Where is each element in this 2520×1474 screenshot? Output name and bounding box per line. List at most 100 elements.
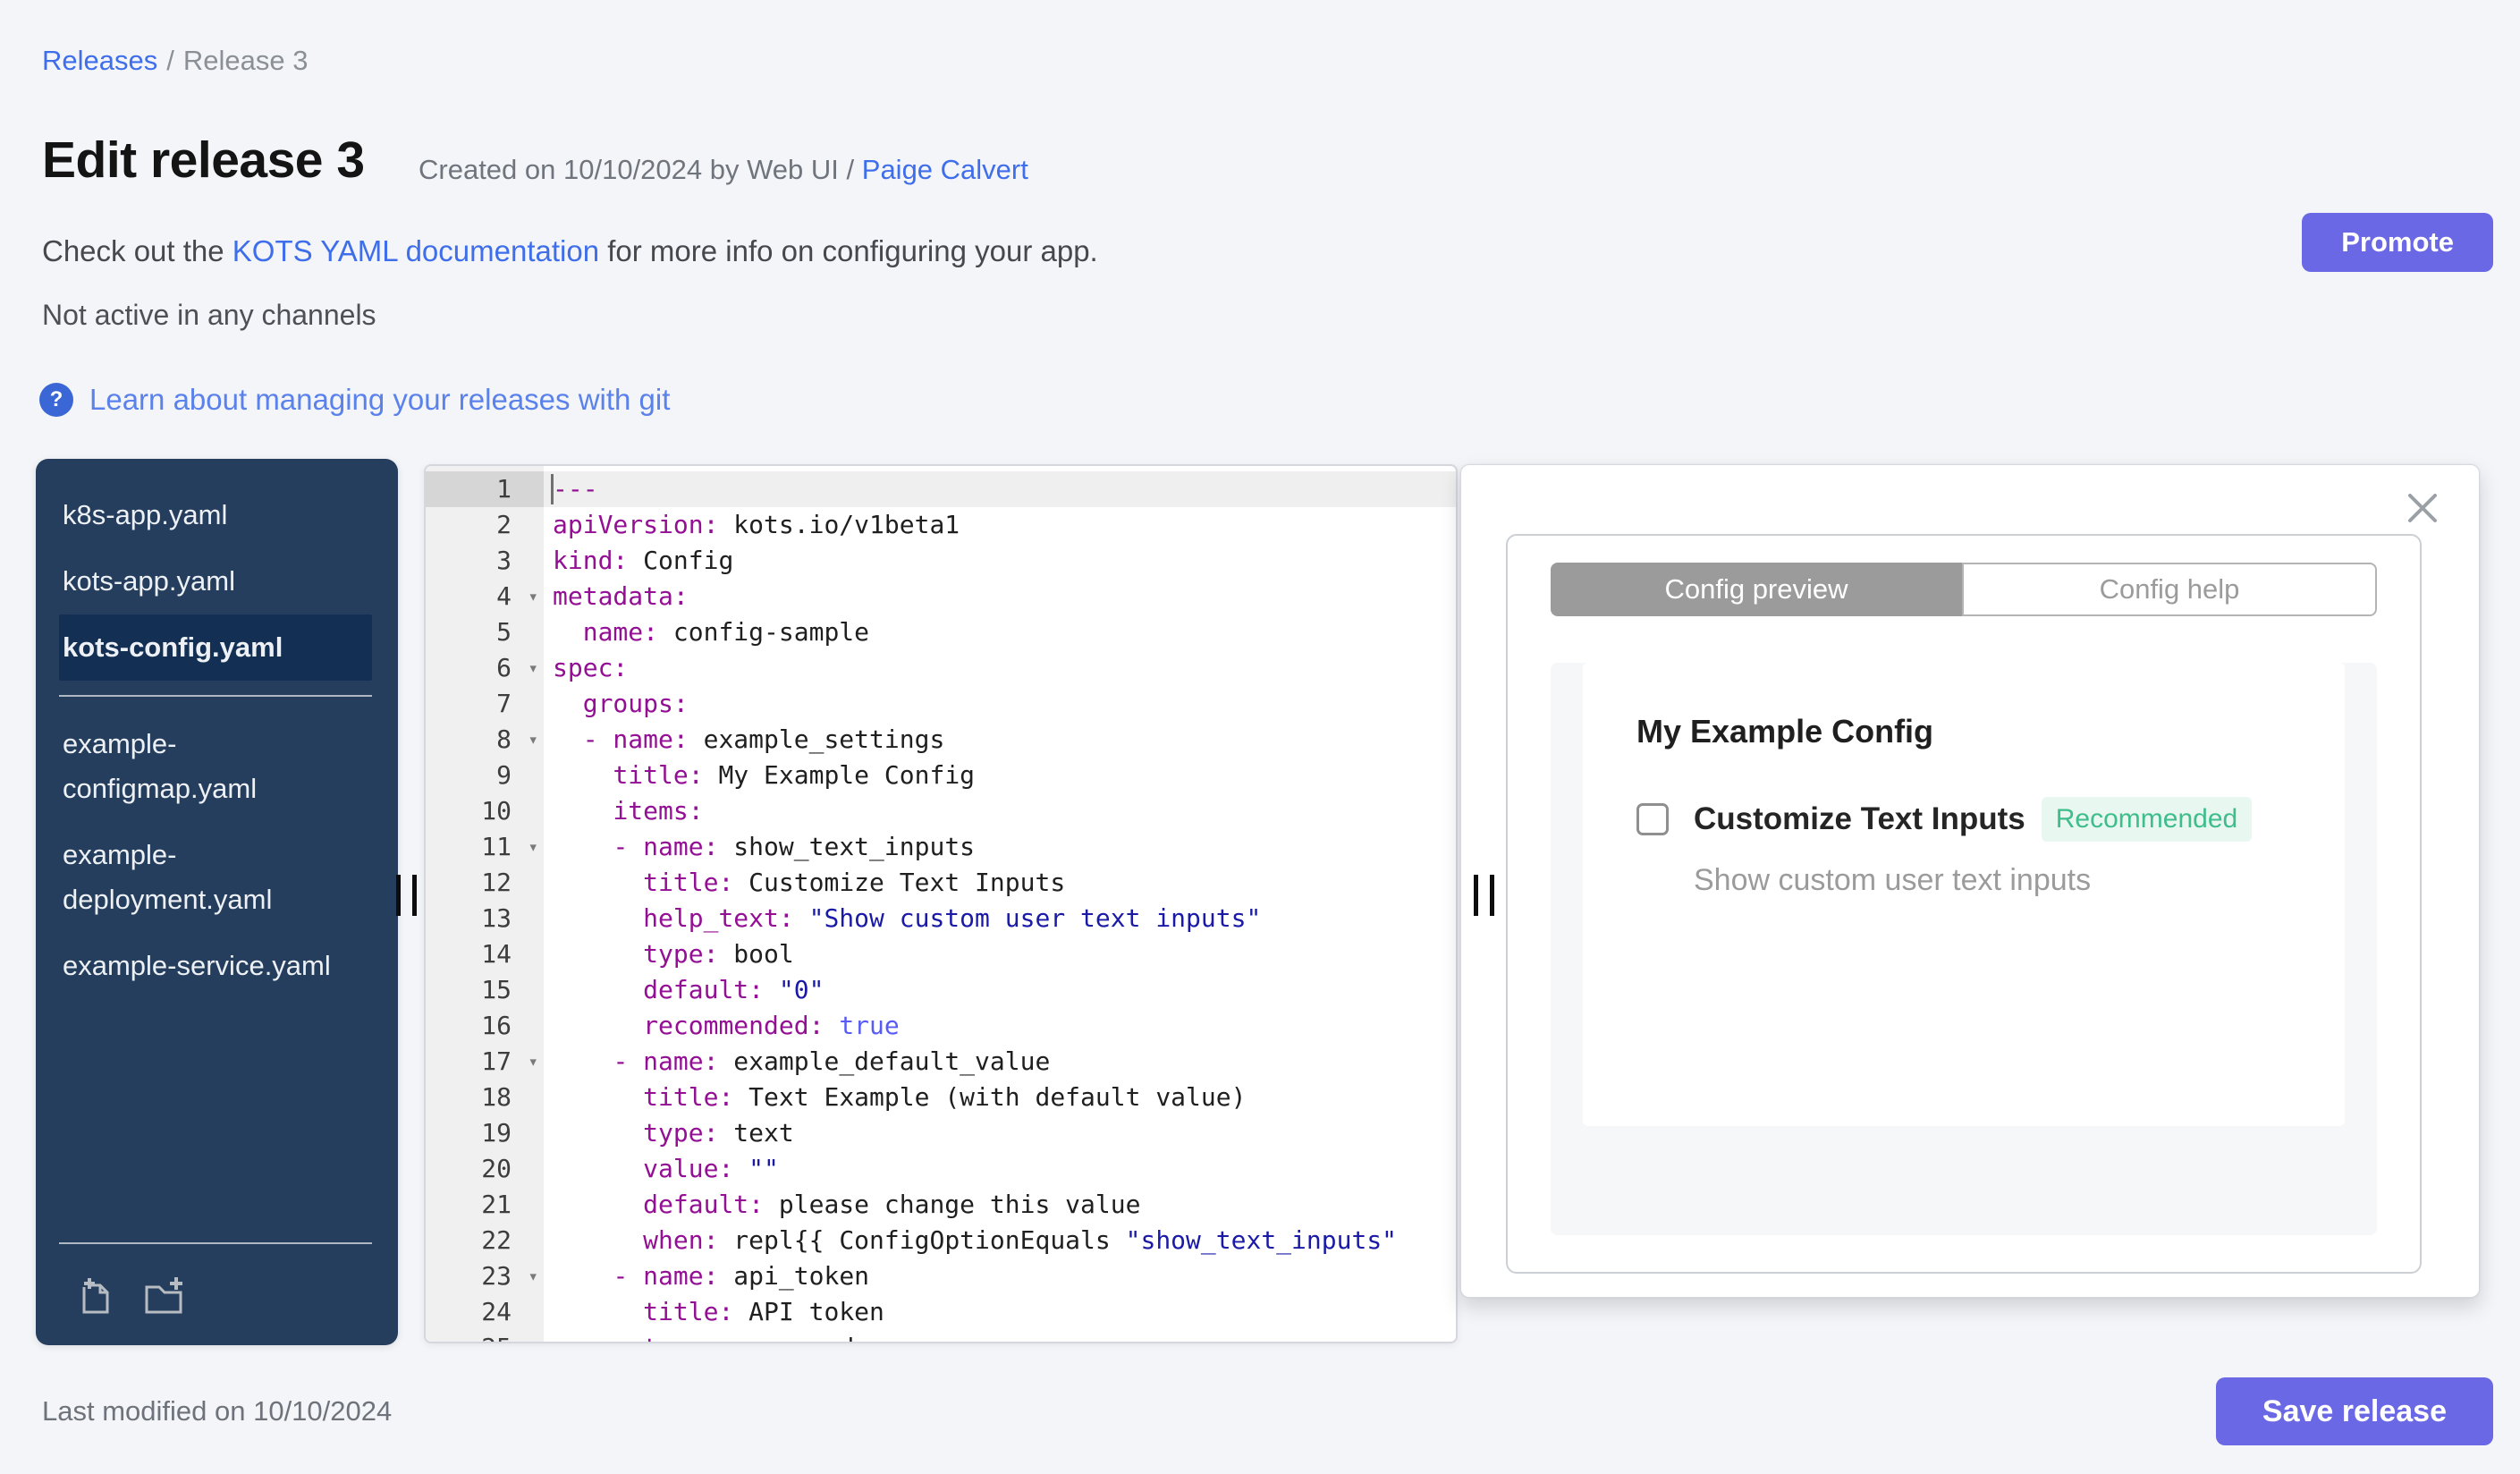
gutter-line-number: 19 bbox=[481, 1118, 512, 1148]
file-list: k8s-app.yaml kots-app.yaml kots-config.yam… bbox=[36, 459, 398, 999]
gutter-line-number: 9 bbox=[496, 760, 512, 790]
code-line[interactable]: title: API token bbox=[544, 1294, 1456, 1330]
gutter-line-number: 18 bbox=[481, 1082, 512, 1112]
code-line[interactable]: when: repl{{ ConfigOptionEquals "show_te… bbox=[544, 1223, 1456, 1258]
gutter-line-number: 12 bbox=[481, 868, 512, 897]
file-item[interactable]: example-service.yaml bbox=[36, 933, 398, 999]
gutter-line-number: 25 bbox=[426, 1330, 544, 1342]
code-line[interactable]: title: Customize Text Inputs bbox=[544, 865, 1456, 901]
gutter-line-number: 3 bbox=[496, 546, 512, 575]
code-line[interactable]: - name: api_token bbox=[544, 1258, 1456, 1294]
question-icon: ? bbox=[39, 383, 73, 417]
code-line[interactable]: kind: Config bbox=[544, 543, 1456, 579]
code-line[interactable]: apiVersion: kots.io/v1beta1 bbox=[544, 507, 1456, 543]
gutter-line-number: 20 bbox=[481, 1154, 512, 1183]
add-file-icon[interactable] bbox=[75, 1276, 116, 1322]
kots-yaml-doc-link[interactable]: KOTS YAML documentation bbox=[233, 234, 599, 267]
sidebar-resize-handle[interactable] bbox=[396, 875, 417, 916]
breadcrumb: Releases / Release 3 bbox=[42, 45, 308, 77]
code-line[interactable]: help_text: "Show custom user text inputs… bbox=[544, 901, 1456, 936]
file-item-active[interactable]: kots-config.yaml bbox=[59, 614, 372, 681]
panel-resize-handle[interactable] bbox=[1474, 875, 1494, 916]
code-line[interactable]: default: please change this value bbox=[544, 1187, 1456, 1223]
add-folder-icon[interactable] bbox=[143, 1276, 184, 1322]
fold-arrow-icon[interactable]: ▾ bbox=[529, 829, 538, 865]
git-help-row: ? Learn about managing your releases wit… bbox=[39, 383, 670, 417]
fold-arrow-icon[interactable]: ▾ bbox=[529, 1258, 538, 1294]
config-item-label: Customize Text Inputs bbox=[1694, 801, 2025, 836]
customize-text-inputs-checkbox[interactable] bbox=[1636, 803, 1669, 835]
config-group-card: My Example Config Customize Text Inputs … bbox=[1583, 663, 2345, 1126]
fold-arrow-icon[interactable]: ▾ bbox=[529, 579, 538, 614]
git-help-link[interactable]: Learn about managing your releases with … bbox=[89, 383, 670, 417]
config-subcard: Config preview Config help My Example Co… bbox=[1506, 534, 2422, 1274]
code-line[interactable]: type: password bbox=[544, 1330, 1456, 1342]
breadcrumb-releases-link[interactable]: Releases bbox=[42, 45, 157, 76]
code-line[interactable]: - name: example_default_value bbox=[544, 1044, 1456, 1080]
code-line[interactable]: spec: bbox=[544, 650, 1456, 686]
text-cursor bbox=[551, 474, 554, 504]
config-item-row: Customize Text Inputs Recommended bbox=[1636, 797, 2291, 842]
gutter-line-number: 17 ▾ bbox=[426, 1044, 544, 1080]
created-by-link[interactable]: Paige Calvert bbox=[862, 154, 1028, 185]
gutter-line-number: 10 bbox=[481, 796, 512, 826]
code-line[interactable]: type: bool bbox=[544, 936, 1456, 972]
code-line[interactable]: groups: bbox=[544, 686, 1456, 722]
doc-text-after: for more info on configuring your app. bbox=[607, 234, 1098, 267]
gutter-line-number: 21 bbox=[481, 1190, 512, 1219]
code-line[interactable]: recommended: true bbox=[544, 1008, 1456, 1044]
editor-gutter: 1 2 3 4 ▾ 5 6 ▾ 7 8 ▾ 9 10 11 ▾ 12 13 14 15 16 17 ▾ 18 19 20 21 22… bbox=[426, 466, 544, 1342]
code-line[interactable]: - name: show_text_inputs bbox=[544, 829, 1456, 865]
gutter-line-number: 23 ▾ bbox=[426, 1258, 544, 1294]
gutter-line-number: 15 bbox=[481, 975, 512, 1004]
last-modified-text: Last modified on 10/10/2024 bbox=[42, 1395, 393, 1427]
code-line[interactable]: default: "0" bbox=[544, 972, 1456, 1008]
gutter-line-number: 22 bbox=[481, 1225, 512, 1255]
code-line[interactable]: metadata: bbox=[544, 579, 1456, 614]
gutter-line-number: 8 ▾ bbox=[426, 722, 544, 758]
created-line: Created on 10/10/2024 by Web UI / Paige … bbox=[419, 154, 1028, 186]
file-item[interactable]: k8s-app.yaml bbox=[36, 482, 398, 548]
page-title: Edit release 3 bbox=[42, 131, 365, 189]
file-item[interactable]: example-deployment.yaml bbox=[36, 822, 398, 933]
gutter-line-number: 2 bbox=[496, 510, 512, 539]
config-panel-tabs: Config preview Config help bbox=[1551, 563, 2377, 616]
config-group-title: My Example Config bbox=[1636, 713, 1934, 750]
fold-arrow-icon[interactable]: ▾ bbox=[529, 722, 538, 758]
save-release-button[interactable]: Save release bbox=[2215, 1377, 2493, 1445]
editor-code-area[interactable]: --- apiVersion: kots.io/v1beta1 kind: Conf… bbox=[544, 466, 1456, 1342]
config-preview-panel: Config preview Config help My Example Co… bbox=[1460, 464, 2480, 1298]
code-line[interactable]: items: bbox=[544, 793, 1456, 829]
code-line[interactable]: - name: example_settings bbox=[544, 722, 1456, 758]
breadcrumb-separator: / bbox=[166, 45, 174, 76]
gutter-line-number: 6 ▾ bbox=[426, 650, 544, 686]
fold-arrow-icon[interactable]: ▾ bbox=[529, 1044, 538, 1080]
code-line[interactable]: --- bbox=[544, 471, 1456, 507]
gutter-line-number: 16 bbox=[481, 1011, 512, 1040]
code-line[interactable]: value: "" bbox=[544, 1151, 1456, 1187]
config-preview-surface: My Example Config Customize Text Inputs … bbox=[1551, 663, 2377, 1235]
code-line[interactable]: type: text bbox=[544, 1115, 1456, 1151]
tab-config-preview[interactable]: Config preview bbox=[1551, 563, 1962, 616]
code-line[interactable]: title: Text Example (with default value) bbox=[544, 1080, 1456, 1115]
doc-line: Check out the KOTS YAML documentation fo… bbox=[42, 234, 1098, 268]
doc-text-before: Check out the bbox=[42, 234, 224, 267]
sidebar-actions bbox=[36, 1258, 398, 1331]
gutter-line-number: 13 bbox=[481, 903, 512, 933]
file-item[interactable]: kots-app.yaml bbox=[36, 548, 398, 614]
tab-config-help[interactable]: Config help bbox=[1962, 563, 2377, 616]
sidebar-bottom-divider bbox=[59, 1242, 372, 1244]
sidebar-bottom bbox=[36, 1228, 398, 1345]
breadcrumb-current: Release 3 bbox=[182, 45, 309, 76]
close-icon[interactable] bbox=[2405, 490, 2440, 526]
code-line[interactable]: title: My Example Config bbox=[544, 758, 1456, 793]
yaml-code-editor[interactable]: 1 2 3 4 ▾ 5 6 ▾ 7 8 ▾ 9 10 11 ▾ 12 13 14 15 16 17 ▾ 18 19 20 21 22… bbox=[424, 464, 1458, 1343]
recommended-badge: Recommended bbox=[2041, 797, 2253, 842]
promote-button[interactable]: Promote bbox=[2302, 213, 2493, 272]
channel-status: Not active in any channels bbox=[42, 299, 376, 331]
created-text: Created on 10/10/2024 by Web UI / bbox=[419, 154, 855, 185]
file-item[interactable]: example-configmap.yaml bbox=[36, 711, 398, 822]
fold-arrow-icon[interactable]: ▾ bbox=[529, 650, 538, 686]
code-line[interactable]: name: config-sample bbox=[544, 614, 1456, 650]
